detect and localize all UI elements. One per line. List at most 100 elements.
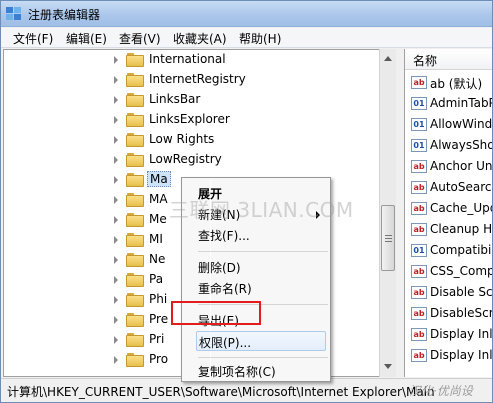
status-path: 计算机\HKEY_CURRENT_USER\Software\Microsoft… <box>7 385 435 399</box>
folder-icon <box>126 273 144 287</box>
value-name: Disable Scr <box>430 285 493 299</box>
value-row[interactable]: ab CSS_Compa <box>405 261 492 282</box>
string-value-icon: ab <box>411 328 427 341</box>
expand-arrow-icon[interactable] <box>114 136 118 144</box>
folder-icon <box>126 253 144 267</box>
value-name: DisableScrip <box>430 306 492 320</box>
site-watermark: 三联网 3LIAN.COM <box>169 198 354 222</box>
expand-arrow-icon[interactable] <box>114 116 118 124</box>
string-value-icon: ab <box>411 307 427 320</box>
value-name: Cleanup HT <box>430 222 493 236</box>
value-row[interactable]: ab ab (默认) <box>405 72 492 93</box>
value-row[interactable]: 01 Compatibili <box>405 240 492 261</box>
menu-edit[interactable]: 编辑(E) <box>66 30 107 47</box>
value-row[interactable]: 01 AlwaysShow <box>405 135 492 156</box>
value-row[interactable]: ab Disable Scr <box>405 282 493 303</box>
tree-item-linksexplorer[interactable]: LinksExplorer <box>4 110 384 130</box>
tree-item-label: Pri <box>149 332 165 346</box>
menu-help[interactable]: 帮助(H) <box>239 30 281 47</box>
value-name: AllowWindo <box>430 117 493 131</box>
value-row[interactable]: ab AutoSearch <box>405 177 492 198</box>
tree-vertical-scrollbar[interactable] <box>379 49 396 377</box>
scroll-up-button[interactable] <box>382 52 394 66</box>
scroll-down-button[interactable] <box>382 360 394 374</box>
menu-item-copy-key-name[interactable]: 复制项名称(C) <box>198 361 326 381</box>
expand-arrow-icon[interactable] <box>114 216 118 224</box>
string-value-icon: ab <box>411 160 427 173</box>
folder-icon <box>126 113 144 127</box>
tree-item-label: Ne <box>149 252 166 266</box>
value-name: Display Inlir <box>430 348 493 362</box>
tree-item-lowregistry[interactable]: LowRegistry <box>4 150 384 170</box>
expand-arrow-icon[interactable] <box>114 276 118 284</box>
value-name: AdminTabP <box>430 96 493 110</box>
tree-item-label: LinksExplorer <box>149 112 230 126</box>
menu-item-delete[interactable]: 删除(D) <box>198 257 326 277</box>
menu-file[interactable]: 文件(F) <box>13 30 53 47</box>
permissions-highlight-box <box>171 301 261 325</box>
value-row[interactable]: ab Anchor Unc <box>405 156 493 177</box>
folder-icon <box>126 73 144 87</box>
string-value-icon: ab <box>411 181 427 194</box>
menu-item-permissions[interactable]: 权限(P)... <box>196 331 326 351</box>
value-row[interactable]: ab Cache_Upd <box>405 198 492 219</box>
expand-arrow-icon[interactable] <box>114 176 118 184</box>
menu-item-label: 查找(F)... <box>198 229 250 243</box>
expand-arrow-icon[interactable] <box>114 356 118 364</box>
tree-item-label: Pre <box>149 312 169 326</box>
registry-editor-icon <box>6 7 21 20</box>
scroll-thumb[interactable] <box>381 205 395 271</box>
binary-value-icon: 01 <box>411 139 427 152</box>
string-value-icon: ab <box>411 202 427 215</box>
expand-arrow-icon[interactable] <box>114 196 118 204</box>
folder-icon <box>126 153 144 167</box>
title-bar[interactable]: 注册表编辑器 <box>1 1 492 27</box>
value-row[interactable]: ab Display Inlir <box>405 345 493 366</box>
tree-item-label: MI <box>149 232 163 246</box>
tree-item-label: LinksBar <box>149 92 201 106</box>
menu-view[interactable]: 查看(V) <box>119 30 161 47</box>
menu-bar: 文件(F) 编辑(E) 查看(V) 收藏夹(A) 帮助(H) <box>1 28 492 48</box>
tree-item-label: MA <box>149 192 168 206</box>
tree-item-international[interactable]: International <box>4 50 384 70</box>
folder-icon <box>126 133 144 147</box>
menu-favorites[interactable]: 收藏夹(A) <box>173 30 227 47</box>
tree-item-internetregistry[interactable]: InternetRegistry <box>4 70 384 90</box>
string-value-icon: ab <box>411 349 427 362</box>
expand-arrow-icon[interactable] <box>114 256 118 264</box>
expand-arrow-icon[interactable] <box>114 296 118 304</box>
value-name: AlwaysShow <box>430 138 492 152</box>
scroll-up-arrow-icon <box>384 56 392 61</box>
value-name: Anchor Unc <box>430 159 493 173</box>
expand-arrow-icon[interactable] <box>114 156 118 164</box>
expand-arrow-icon[interactable] <box>114 56 118 64</box>
value-row[interactable]: 01 AdminTabP <box>405 93 493 114</box>
expand-arrow-icon[interactable] <box>114 96 118 104</box>
folder-icon <box>126 233 144 247</box>
folder-icon <box>126 313 144 327</box>
string-value-icon: ab <box>411 286 427 299</box>
menu-item-label: 重命名(R) <box>198 282 252 296</box>
value-name: Display Inlir <box>430 327 493 341</box>
menu-item-label: 删除(D) <box>198 261 241 275</box>
binary-value-icon: 01 <box>411 97 427 110</box>
tree-item-linksbar[interactable]: LinksBar <box>4 90 384 110</box>
expand-arrow-icon[interactable] <box>114 236 118 244</box>
menu-separator <box>198 357 328 358</box>
folder-icon <box>126 53 144 67</box>
value-row[interactable]: 01 AllowWindo <box>405 114 493 135</box>
value-row[interactable]: ab Cleanup HT <box>405 219 493 240</box>
menu-item-rename[interactable]: 重命名(R) <box>198 278 326 298</box>
menu-item-find[interactable]: 查找(F)... <box>198 225 326 245</box>
expand-arrow-icon[interactable] <box>114 336 118 344</box>
registry-editor-window: 注册表编辑器 文件(F) 编辑(E) 查看(V) 收藏夹(A) 帮助(H) In… <box>0 0 493 403</box>
tree-item-label: Me <box>149 212 167 226</box>
tree-item-low-rights[interactable]: Low Rights <box>4 130 384 150</box>
value-list-pane[interactable]: 名称 ab ab (默认) 01 AdminTabP 01 AllowWindo… <box>404 49 493 377</box>
column-header-name[interactable]: 名称 <box>405 49 492 70</box>
value-row[interactable]: ab DisableScrip <box>405 303 492 324</box>
expand-arrow-icon[interactable] <box>114 316 118 324</box>
value-row[interactable]: ab Display Inlir <box>405 324 493 345</box>
menu-separator <box>198 251 328 252</box>
expand-arrow-icon[interactable] <box>114 76 118 84</box>
